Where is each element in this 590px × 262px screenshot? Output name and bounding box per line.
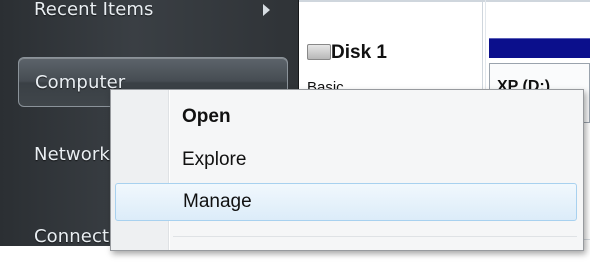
context-menu-separator	[173, 236, 577, 237]
context-menu-item-explore[interactable]: Explore	[115, 141, 577, 179]
disk-label: Disk 1	[331, 42, 387, 63]
menu-item-label: Explore	[182, 149, 247, 170]
context-menu: Open Explore Manage	[110, 89, 584, 251]
start-item-recent-items[interactable]: Recent Items	[18, 0, 288, 30]
start-item-label: Recent Items	[34, 0, 154, 20]
start-item-label: Network	[34, 144, 110, 165]
menu-item-label: Manage	[183, 191, 252, 212]
submenu-arrow-icon	[263, 4, 270, 16]
disk-icon	[307, 44, 331, 60]
context-menu-item-open[interactable]: Open	[115, 98, 577, 136]
window-top-border	[299, 0, 590, 2]
menu-item-label: Open	[182, 106, 231, 127]
volume-color-bar	[489, 38, 590, 58]
context-menu-item-manage[interactable]: Manage	[115, 183, 577, 221]
